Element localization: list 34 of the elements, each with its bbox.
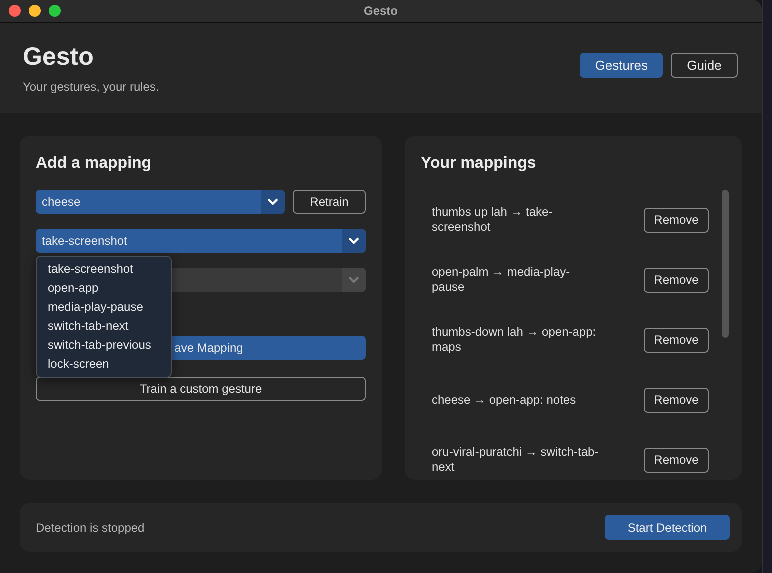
chevron-down-icon	[348, 237, 360, 245]
app-title: Gesto	[23, 42, 95, 72]
scrollbar[interactable]	[722, 190, 729, 338]
menu-item[interactable]: media-play-pause	[37, 298, 171, 317]
card-title: Add a mapping	[36, 155, 153, 173]
menu-item[interactable]: switch-tab-previous	[37, 336, 171, 355]
remove-button[interactable]: Remove	[644, 328, 709, 352]
remove-button[interactable]: Remove	[644, 448, 709, 472]
start-detection-button[interactable]: Start Detection	[605, 515, 730, 540]
action-select[interactable]: take-screenshot	[36, 229, 366, 253]
menu-item[interactable]: open-app	[37, 279, 171, 298]
gesture-select[interactable]: cheese	[36, 190, 285, 214]
retrain-button[interactable]: Retrain	[293, 190, 366, 214]
remove-button[interactable]: Remove	[644, 208, 709, 232]
mapping-text: thumbs-down lah → open-app: maps	[432, 325, 598, 355]
chevron-down-icon	[267, 198, 279, 206]
menu-item[interactable]: take-screenshot	[37, 260, 171, 279]
card-title: Your mappings	[421, 155, 538, 173]
close-button[interactable]	[9, 5, 21, 17]
mapping-text: cheese → open-app: notes	[432, 392, 578, 408]
menu-item[interactable]: switch-tab-next	[37, 317, 171, 336]
mapping-text: oru-viral-puratchi → switch-tab-next	[432, 445, 600, 475]
remove-button[interactable]: Remove	[644, 268, 709, 292]
window-title: Gesto	[364, 4, 398, 18]
nav-tab[interactable]: Gestures	[580, 52, 663, 78]
status-text: Detection is stopped	[36, 520, 145, 534]
minimize-button[interactable]	[29, 5, 41, 17]
chevron-down-icon	[348, 276, 360, 284]
zoom-button[interactable]	[49, 5, 61, 17]
mapping-text: open-palm → media-play-pause	[432, 265, 572, 295]
nav-tab[interactable]: Guide	[671, 52, 738, 78]
app-subtitle: Your gestures, your rules.	[23, 80, 160, 94]
remove-button[interactable]: Remove	[644, 388, 709, 412]
mapping-text: thumbs up lah → take-screenshot	[432, 205, 554, 235]
